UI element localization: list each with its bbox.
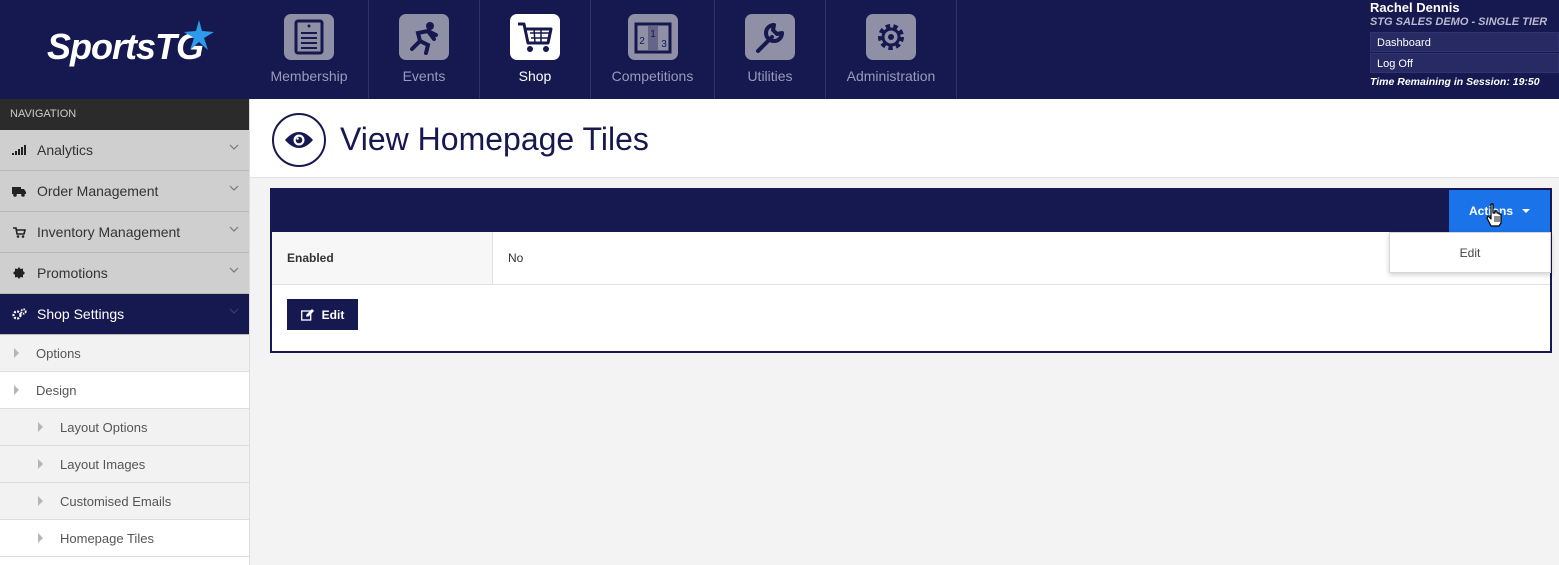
- sidebar-item-inventory-management[interactable]: Inventory Management: [0, 212, 249, 253]
- session-timer: Time Remaining in Session: 19:50: [1370, 76, 1540, 88]
- caret-down-icon: [1522, 209, 1530, 213]
- sidebar-subitem-label: Customised Emails: [60, 493, 172, 509]
- sidebar-item-label: Order Management: [37, 183, 159, 199]
- navigation-heading: NAVIGATION: [0, 99, 249, 130]
- logoff-link[interactable]: Log Off: [1370, 53, 1559, 73]
- membership-icon: [284, 14, 334, 60]
- module-label: Membership: [270, 68, 348, 84]
- sidebar-subitem-design[interactable]: Design: [0, 372, 249, 409]
- user-panel: Rachel Dennis STG SALES DEMO - SINGLE TI…: [1370, 0, 1559, 99]
- actions-dropdown-menu: Edit: [1389, 232, 1551, 273]
- sidebar-subitem-label: Options: [36, 345, 81, 361]
- sidebar-subitem-label: Homepage Tiles: [60, 530, 154, 546]
- module-label: Competitions: [611, 68, 694, 84]
- chevron-down-icon: [229, 267, 239, 273]
- shop-cart-icon: [510, 14, 560, 60]
- logo-star-icon: [184, 20, 214, 50]
- chevron-down-icon: [229, 144, 239, 150]
- hand-pointer-cursor-icon: [1486, 203, 1502, 227]
- sidebar-item-promotions[interactable]: Promotions: [0, 253, 249, 294]
- caret-right-icon: [38, 459, 43, 469]
- user-organisation: STG SALES DEMO - SINGLE TIER: [1370, 16, 1548, 28]
- user-name: Rachel Dennis: [1370, 0, 1460, 15]
- module-utilities[interactable]: Utilities: [715, 0, 826, 99]
- sidebar-item-label: Analytics: [37, 142, 94, 158]
- sidebar-subitem-label: Layout Options: [60, 419, 148, 435]
- dropdown-item-edit[interactable]: Edit: [1390, 233, 1550, 274]
- module-label: Utilities: [747, 68, 793, 84]
- sidebar-subitem-label: Design: [36, 382, 77, 398]
- module-events[interactable]: Events: [369, 0, 480, 99]
- module-nav: Membership Events Shop 123 Competitions …: [250, 0, 957, 99]
- sidebar-subitem-layout-options[interactable]: Layout Options: [0, 409, 249, 446]
- homepage-tiles-panel: Actions Enabled No Edit: [270, 188, 1552, 353]
- sidebar: NAVIGATION Analytics Order Management In…: [0, 99, 250, 565]
- field-label: Enabled: [272, 232, 493, 284]
- sidebar-item-analytics[interactable]: Analytics: [0, 130, 249, 171]
- wrench-icon: [745, 14, 795, 60]
- badge-icon: [10, 267, 28, 279]
- module-label: Shop: [518, 68, 552, 84]
- caret-right-icon: [14, 385, 19, 395]
- caret-right-icon: [38, 422, 43, 432]
- page-title: View Homepage Tiles: [340, 121, 649, 157]
- svg-text:2: 2: [639, 36, 645, 47]
- field-value: No: [508, 251, 524, 265]
- svg-text:3: 3: [661, 39, 667, 50]
- panel-header: Actions: [272, 190, 1550, 232]
- module-membership[interactable]: Membership: [250, 0, 369, 99]
- sidebar-item-label: Inventory Management: [37, 224, 181, 240]
- sidebar-item-label: Shop Settings: [37, 306, 125, 322]
- edit-button[interactable]: Edit: [287, 299, 358, 330]
- sportstg-logo[interactable]: SportsTG: [0, 0, 250, 99]
- chevron-down-icon: [229, 185, 239, 191]
- sidebar-subitem-customised-emails[interactable]: Customised Emails: [0, 483, 249, 520]
- caret-right-icon: [14, 348, 19, 358]
- gear-icon: [866, 14, 916, 60]
- edit-icon: [300, 308, 314, 321]
- podium-icon: 12 3: [627, 14, 678, 60]
- page-header: View Homepage Tiles: [250, 99, 1559, 178]
- events-icon: [399, 14, 449, 60]
- bar-chart-icon: [10, 145, 28, 155]
- cart-icon: [10, 226, 28, 238]
- module-competitions[interactable]: 12 3 Competitions: [591, 0, 715, 99]
- sidebar-item-label: Promotions: [37, 265, 108, 281]
- truck-icon: [10, 186, 28, 197]
- module-administration[interactable]: Administration: [826, 0, 957, 99]
- edit-button-label: Edit: [321, 307, 345, 322]
- module-shop[interactable]: Shop: [480, 0, 591, 99]
- cogs-icon: [10, 308, 28, 320]
- field-row-enabled: Enabled No: [272, 232, 1550, 285]
- sidebar-subitem-label: Layout Images: [60, 456, 146, 472]
- module-label: Administration: [846, 68, 936, 84]
- module-label: Events: [402, 68, 446, 84]
- svg-text:1: 1: [650, 29, 656, 40]
- caret-right-icon: [38, 533, 43, 543]
- caret-right-icon: [38, 496, 43, 506]
- logo-text: SportsTG: [46, 25, 204, 67]
- chevron-down-icon: [229, 226, 239, 232]
- eye-icon: [272, 113, 326, 167]
- sidebar-subitem-options[interactable]: Options: [0, 335, 249, 372]
- top-bar: SportsTG Membership Events Shop 12 3 Comp…: [0, 0, 1559, 99]
- sidebar-item-order-management[interactable]: Order Management: [0, 171, 249, 212]
- dashboard-link[interactable]: Dashboard: [1370, 32, 1559, 52]
- sidebar-subitem-layout-images[interactable]: Layout Images: [0, 446, 249, 483]
- sidebar-item-shop-settings[interactable]: Shop Settings: [0, 294, 249, 335]
- chevron-down-icon: [229, 308, 239, 314]
- sidebar-subitem-homepage-tiles[interactable]: Homepage Tiles: [0, 520, 249, 557]
